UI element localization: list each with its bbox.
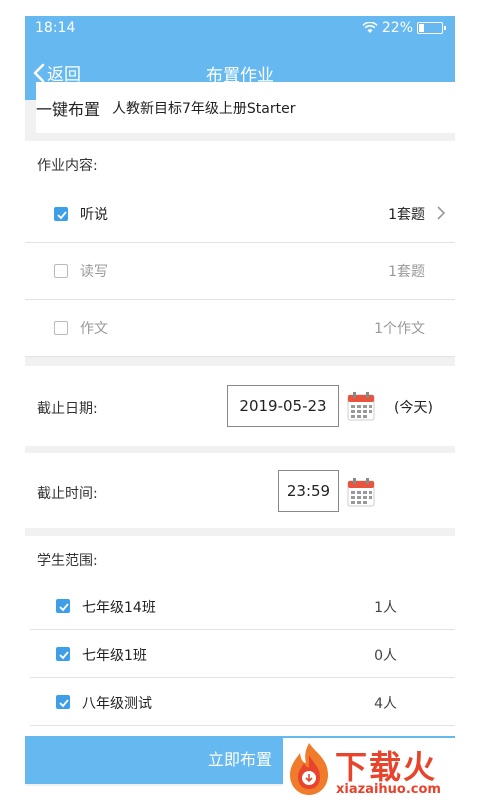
content-item-count: 1套题 [388,264,425,280]
checkbox-unchecked[interactable] [54,264,68,278]
status-right: 22% [362,20,446,36]
textbook-name: 人教新目标7年级上册Starter [112,100,296,117]
chevron-right-icon [437,206,445,220]
watermark-logo: 下载火 xiazaihuo.com [283,738,480,800]
checkbox-checked[interactable] [56,647,70,661]
class-name: 七年级14班 [82,600,156,616]
deadline-time-label: 截止时间: [37,486,98,502]
class-count: 0人 [374,648,397,664]
status-bar: 18:14 22% [25,16,455,42]
check-icon [57,211,67,220]
watermark-en-text: xiazaihuo.com [336,782,441,797]
class-count: 1人 [374,600,397,616]
content-item-count: 1个作文 [374,321,425,337]
check-icon [59,651,69,660]
class-row[interactable]: 七年级14班 1人 [30,582,455,630]
status-time: 18:14 [35,20,76,36]
date-field[interactable]: 2019-05-23 [227,385,339,427]
class-count: 4人 [374,696,397,712]
checkbox-checked[interactable] [56,599,70,613]
content-item-name: 读写 [80,264,108,280]
app-screen: 18:14 22% 返回 布置作业 一键布置 人教新目标7年级上册Starter… [25,16,455,786]
deadline-date-row: 截止日期: 2019-05-23 (今天) [25,366,455,446]
content-item-name: 听说 [80,207,108,223]
calendar-icon[interactable] [347,391,375,421]
content-item-listening[interactable]: 听说 1套题 [25,186,455,243]
wifi-icon [362,22,378,33]
content-label: 作业内容: [37,158,98,174]
time-field[interactable]: 23:59 [278,470,339,512]
check-icon [59,699,69,708]
content-item-name: 作文 [80,321,108,337]
quick-assign-label: 一键布置 [36,99,101,119]
class-name: 八年级测试 [82,696,152,712]
checkbox-unchecked[interactable] [54,321,68,335]
check-icon [59,603,69,612]
content-item-count: 1套题 [388,207,425,223]
calendar-icon[interactable] [347,477,375,507]
class-row[interactable]: 八年级测试 4人 [30,678,455,726]
deadline-date-label: 截止日期: [37,401,98,417]
flame-logo-icon [290,743,328,795]
content-item-writing[interactable]: 作文 1个作文 [25,300,455,357]
quick-assign-row[interactable]: 一键布置 人教新目标7年级上册Starter [36,82,455,133]
content-item-reading[interactable]: 读写 1套题 [25,243,455,300]
student-scope-label: 学生范围: [37,553,98,569]
deadline-time-row: 截止时间: 23:59 [25,453,455,528]
today-note: (今天) [394,400,433,416]
battery-icon [417,22,446,34]
checkbox-checked[interactable] [56,695,70,709]
checkbox-checked[interactable] [54,207,68,221]
battery-percent: 22% [381,20,413,36]
class-row[interactable]: 七年级1班 0人 [30,630,455,678]
class-name: 七年级1班 [82,648,147,664]
